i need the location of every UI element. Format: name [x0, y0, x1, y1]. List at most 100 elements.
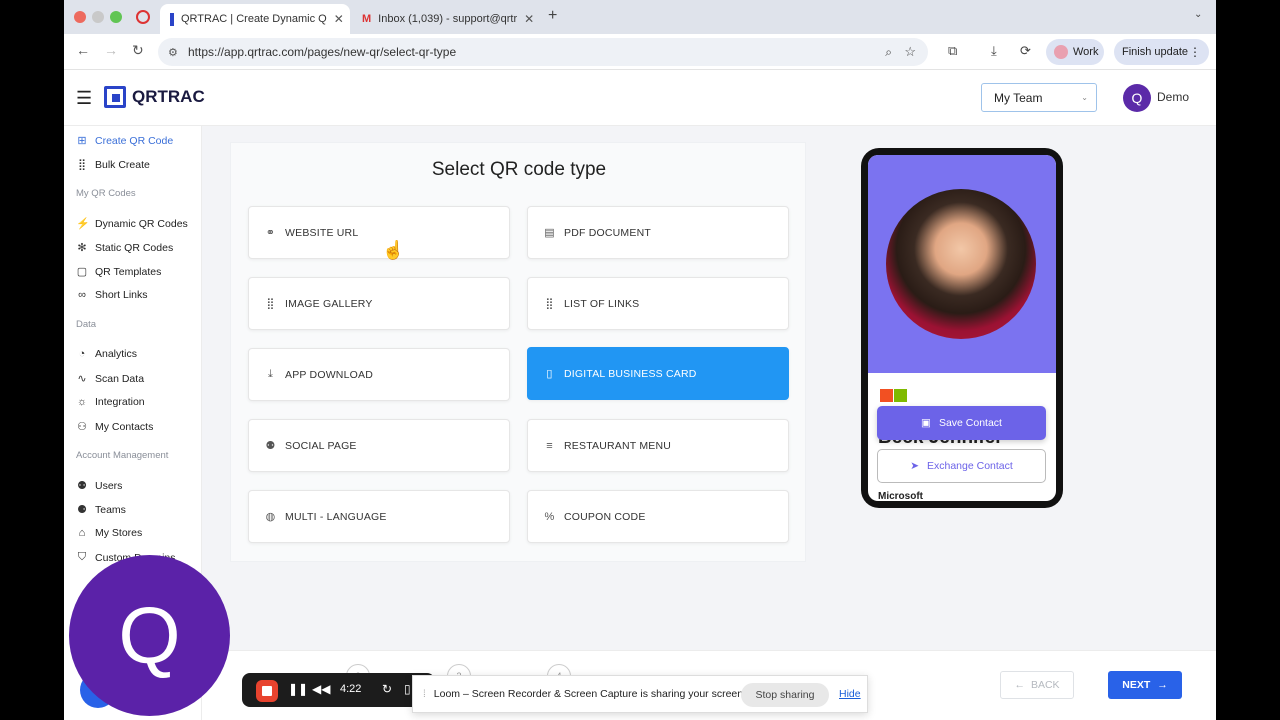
reload-icon[interactable]: ↻	[132, 42, 144, 59]
save-contact-button[interactable]: ▣ Save Contact	[877, 406, 1046, 440]
qr-type-coupon-code[interactable]: % COUPON CODE	[527, 490, 789, 543]
qr-type-restaurant-menu[interactable]: ≡ RESTAURANT MENU	[527, 419, 789, 472]
chevron-down-icon: ⌄	[1081, 93, 1088, 102]
sidebar-item-label: Analytics	[95, 348, 138, 360]
close-tab-icon[interactable]: ✕	[524, 12, 534, 26]
sidebar-item-my-contacts[interactable]: ⚇ My Contacts	[76, 420, 153, 434]
sidebar-item-label: Scan Data	[95, 372, 145, 385]
company-name: Microsoft	[878, 491, 923, 501]
link-icon: ⚭	[265, 227, 276, 239]
finish-update-button[interactable]: Finish update ⋮	[1114, 39, 1209, 65]
more-menu-icon[interactable]: ⋮	[1189, 45, 1201, 59]
sidebar-item-label: Users	[95, 479, 123, 492]
url-text: https://app.qrtrac.com/pages/new-qr/sele…	[188, 45, 457, 59]
user-name[interactable]: Demo	[1157, 90, 1189, 104]
back-arrow-icon[interactable]: ←	[76, 42, 90, 58]
close-tab-icon[interactable]: ✕	[334, 12, 344, 26]
address-bar[interactable]: ⚙ https://app.qrtrac.com/pages/new-qr/se…	[158, 38, 928, 66]
phone-screen: Beck Jennifer ▣Save Contact ➤Exchange Co…	[868, 155, 1056, 501]
sidebar-item-label: Static QR Codes	[95, 241, 174, 254]
sidebar-item-bulk-create[interactable]: ⣿ Bulk Create	[76, 158, 150, 172]
tab-search-icon[interactable]: ⌄	[1194, 9, 1202, 20]
new-tab-icon[interactable]: +	[548, 7, 557, 25]
qr-type-list-of-links[interactable]: ⣿ LIST OF LINKS	[527, 277, 789, 330]
hamburger-menu-icon[interactable]: ☰	[76, 88, 92, 109]
sidebar-item-dynamic-qr[interactable]: ⚡ Dynamic QR Codes	[76, 217, 188, 231]
stop-recording-button[interactable]	[256, 680, 278, 702]
pause-icon[interactable]: ❚❚	[288, 682, 308, 696]
delete-icon[interactable]: ▯	[404, 682, 411, 696]
sidebar-item-label: My Stores	[95, 527, 143, 539]
tab-qrtrac[interactable]: QRTRAC | Create Dynamic Q ✕	[160, 4, 350, 34]
qr-type-social-page[interactable]: ⚉ SOCIAL PAGE	[248, 419, 510, 472]
microsoft-logo-icon	[880, 389, 908, 407]
finish-update-label: Finish update	[1122, 46, 1189, 58]
profile-chip[interactable]: Work	[1046, 39, 1104, 65]
maximize-window-icon[interactable]	[110, 11, 122, 23]
sidebar-item-integration[interactable]: ☼ Integration	[76, 396, 145, 408]
qr-type-image-gallery[interactable]: ⣿ IMAGE GALLERY	[248, 277, 510, 330]
close-window-icon[interactable]	[74, 11, 86, 23]
sidebar-item-label: Teams	[95, 503, 126, 516]
sidebar-item-users[interactable]: ⚉ Users	[76, 479, 123, 493]
back-button[interactable]: ← BACK	[1000, 671, 1074, 699]
sidebar-item-analytics[interactable]: ◔ Analytics	[76, 348, 137, 360]
rewind-icon[interactable]: ◀◀	[312, 682, 330, 696]
qrtrac-logo-mark-icon	[104, 86, 126, 108]
sidebar-item-static-qr[interactable]: ✻ Static QR Codes	[76, 241, 174, 255]
record-indicator-icon	[136, 10, 150, 24]
sync-icon[interactable]: ⟳	[1020, 43, 1031, 59]
sidebar-item-scan-data[interactable]: ∿ Scan Data	[76, 372, 145, 386]
sidebar-item-label: Dynamic QR Codes	[95, 217, 188, 230]
forward-arrow-icon[interactable]: →	[104, 42, 118, 58]
profile-avatar-icon	[1054, 45, 1068, 59]
sidebar-item-create-qr[interactable]: ⊞ Create QR Code	[76, 134, 173, 148]
pie-chart-icon: ◔	[78, 348, 86, 360]
qr-type-label: SOCIAL PAGE	[285, 439, 357, 452]
download-icon[interactable]: ⤓	[991, 43, 997, 59]
user-avatar[interactable]: Q	[1123, 84, 1151, 112]
sidebar-item-short-links[interactable]: ∞ Short Links	[76, 289, 147, 301]
team-select[interactable]: My Team ⌄	[981, 83, 1097, 112]
qr-type-app-download[interactable]: ⤓ APP DOWNLOAD	[248, 348, 510, 401]
browser-toolbar: ← → ↻ ⚙ https://app.qrtrac.com/pages/new…	[64, 34, 1216, 70]
recording-timer: 4:22	[340, 683, 362, 695]
sidebar-item-teams[interactable]: ⚈ Teams	[76, 503, 126, 517]
restart-icon[interactable]: ↻	[382, 682, 392, 696]
bookmark-star-icon[interactable]: ☆	[904, 44, 916, 60]
hide-link[interactable]: Hide	[839, 688, 861, 700]
site-settings-icon[interactable]: ⚙	[168, 46, 178, 59]
extensions-icon[interactable]: ⧉	[948, 43, 957, 59]
stop-sharing-label: Stop sharing	[755, 689, 815, 701]
tab-inbox[interactable]: M Inbox (1,039) - support@qrtr ✕	[352, 4, 542, 34]
zoom-icon[interactable]: ⌕	[885, 45, 892, 60]
qr-type-digital-business-card[interactable]: ▯ DIGITAL BUSINESS CARD	[527, 347, 789, 400]
app-header: ☰ QRTRAC My Team ⌄ Q Demo	[64, 70, 1216, 126]
tab-label: QRTRAC | Create Dynamic Q	[181, 13, 327, 25]
page-title: Select QR code type	[431, 159, 607, 180]
stop-sharing-button[interactable]: Stop sharing	[741, 683, 829, 707]
sidebar-item-my-stores[interactable]: ⌂ My Stores	[76, 527, 143, 539]
qrtrac-logo[interactable]: QRTRAC	[104, 86, 205, 108]
team-icon: ⚈	[77, 504, 87, 516]
qr-type-label: DIGITAL BUSINESS CARD	[564, 367, 697, 380]
drag-handle-icon[interactable]: ⁞	[423, 689, 426, 700]
document-icon: ▢	[76, 266, 88, 278]
arrow-right-icon: →	[1157, 679, 1168, 691]
qr-type-multi-language[interactable]: ◍ MULTI - LANGUAGE	[248, 490, 510, 543]
send-icon: ➤	[910, 460, 919, 472]
avatar-initial: Q	[1131, 90, 1143, 106]
next-button[interactable]: NEXT →	[1108, 671, 1182, 699]
download-icon: ⤓	[267, 368, 274, 380]
sharing-notice-text: Loom – Screen Recorder & Screen Capture …	[433, 688, 747, 700]
users-icon: ⚉	[77, 480, 87, 492]
sun-icon: ☼	[76, 396, 88, 408]
document-icon: ▤	[544, 227, 555, 239]
sidebar-item-qr-templates[interactable]: ▢ QR Templates	[76, 265, 162, 279]
qr-type-website-url[interactable]: ⚭ WEBSITE URL	[248, 206, 510, 259]
loom-camera-bubble[interactable]: Q	[69, 555, 230, 716]
exchange-contact-button[interactable]: ➤ Exchange Contact	[877, 449, 1046, 483]
qr-type-pdf-document[interactable]: ▤ PDF DOCUMENT	[527, 206, 789, 259]
sidebar-section-data: Data	[76, 319, 97, 330]
minimize-window-icon[interactable]	[92, 11, 104, 23]
